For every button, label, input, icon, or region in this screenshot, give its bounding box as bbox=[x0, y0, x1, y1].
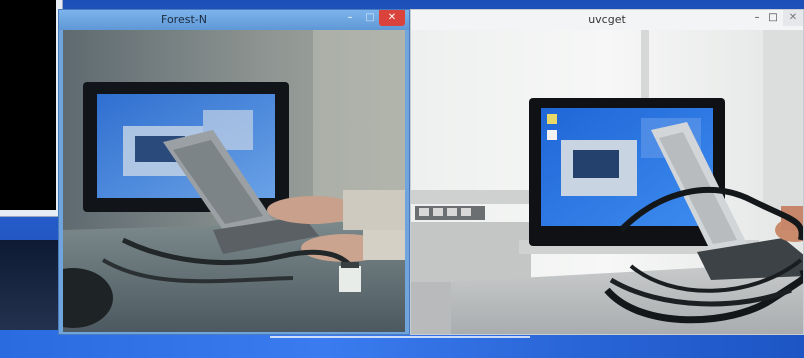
minimize-button[interactable]: – bbox=[749, 10, 765, 26]
window-title: uvcget bbox=[588, 13, 626, 26]
maximize-button[interactable]: □ bbox=[765, 10, 781, 26]
close-button[interactable]: ✕ bbox=[379, 10, 405, 26]
uvcget-titlebar[interactable]: uvcget – □ ✕ bbox=[411, 10, 803, 30]
camera-image bbox=[411, 30, 803, 334]
forest-n-window[interactable]: Forest-N – □ ✕ bbox=[58, 9, 410, 335]
forest-n-titlebar[interactable]: Forest-N – □ ✕ bbox=[59, 10, 409, 30]
uvcget-video-feed bbox=[411, 30, 803, 334]
uvcget-window[interactable]: uvcget – □ ✕ bbox=[410, 9, 804, 335]
desktop-background-left bbox=[0, 240, 60, 332]
minimize-button[interactable]: – bbox=[341, 10, 359, 26]
background-console-window[interactable] bbox=[0, 0, 62, 216]
maximize-button[interactable]: □ bbox=[361, 10, 379, 26]
desktop-highlight bbox=[270, 336, 530, 338]
close-button[interactable]: ✕ bbox=[783, 10, 803, 26]
forest-n-video-feed bbox=[63, 30, 405, 332]
camera-image bbox=[63, 30, 405, 332]
